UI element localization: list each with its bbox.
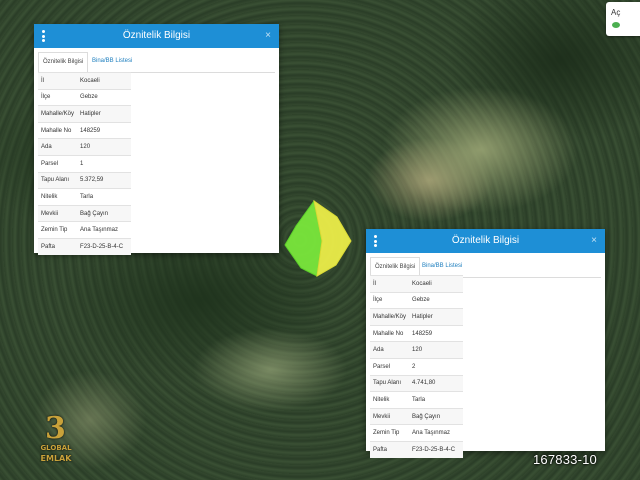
attr-value: Gebze <box>409 291 463 309</box>
table-row: İlçe Gebze <box>38 88 131 106</box>
attr-value: F23-D-25-B-4-C <box>409 440 463 458</box>
table-row: Mahalle/Köy Hatipler <box>38 105 131 123</box>
attribute-panel-parcel-2: Öznitelik Bilgisi × Öznitelik Bilgisi Bi… <box>366 229 605 458</box>
attribute-table: İl Kocaeli İlçe Gebze Mahalle/Köy Hatipler … <box>38 72 131 255</box>
layer-toggle-label: Aç <box>611 8 621 17</box>
listing-id: 167833-10 <box>533 452 597 467</box>
close-icon[interactable]: × <box>591 234 597 248</box>
attr-value: Hatipler <box>77 105 131 123</box>
attr-value: Tarla <box>409 391 463 409</box>
logo-line-2: EMLAK <box>40 454 72 463</box>
tab-building-list[interactable]: Bina/BB Listesi <box>418 257 466 276</box>
attr-value: 120 <box>409 341 463 359</box>
attr-key: Mahalle No <box>38 121 78 139</box>
panel-title: Öznitelik Bilgisi <box>122 30 191 41</box>
attr-key: Parsel <box>38 154 78 173</box>
attr-value: Ana Taşınmaz <box>77 221 131 239</box>
attr-key: Mahalle No <box>370 324 410 342</box>
attr-value: Ana Taşınmaz <box>409 424 463 442</box>
panel-title: Öznitelik Bilgisi <box>451 235 520 246</box>
attr-value: Gebze <box>77 88 131 106</box>
table-row: Parsel 2 <box>370 357 463 376</box>
attr-value: Tarla <box>77 188 131 206</box>
table-row: Ada 120 <box>370 341 463 359</box>
attr-value: 148259 <box>77 121 131 139</box>
attribute-panel-parcel-1: Öznitelik Bilgisi × Öznitelik Bilgisi Bi… <box>34 24 279 255</box>
table-row: Zemin Tip Ana Taşınmaz <box>38 221 131 239</box>
attr-value: Bağ Çayın <box>77 204 131 222</box>
global-emlak-logo: 3 GLOBAL EMLAK <box>33 414 79 466</box>
close-icon[interactable]: × <box>265 29 271 43</box>
table-row: Nitelik Tarla <box>370 391 463 409</box>
layer-indicator-icon <box>612 22 620 28</box>
attr-key: Nitelik <box>38 188 78 206</box>
logo-number: 3 <box>45 411 66 446</box>
table-row: İl Kocaeli <box>370 275 463 293</box>
attr-key: Mahalle/Köy <box>370 308 410 326</box>
attr-value: 148259 <box>409 324 463 342</box>
attr-value: Kocaeli <box>77 72 131 90</box>
panel-header[interactable]: Öznitelik Bilgisi × <box>34 24 279 48</box>
table-row: Pafta F23-D-25-B-4-C <box>38 237 131 255</box>
table-row: Nitelik Tarla <box>38 188 131 206</box>
attr-value: 120 <box>77 138 131 156</box>
attr-key: Tapu Alanı <box>370 374 410 392</box>
attr-value: 1 <box>77 154 131 173</box>
table-row: İl Kocaeli <box>38 72 131 90</box>
attr-key: Parsel <box>370 357 410 376</box>
attr-key: Mahalle/Köy <box>38 105 78 123</box>
attr-key: Zemin Tip <box>38 221 78 239</box>
attr-key: Pafta <box>370 440 410 458</box>
table-row: Mahalle No 148259 <box>370 324 463 342</box>
attr-value: 5.372,59 <box>77 171 131 189</box>
attr-value: 2 <box>409 357 463 376</box>
attr-key: Zemin Tip <box>370 424 410 442</box>
attr-key: Nitelik <box>370 391 410 409</box>
attr-key: Pafta <box>38 237 78 255</box>
attr-value: 4.741,80 <box>409 374 463 392</box>
tab-building-list[interactable]: Bina/BB Listesi <box>88 52 136 71</box>
table-row: İlçe Gebze <box>370 291 463 309</box>
table-row: Pafta F23-D-25-B-4-C <box>370 440 463 458</box>
table-row: Mevkii Bağ Çayın <box>370 407 463 425</box>
logo-line-1: GLOBAL <box>40 444 72 452</box>
attr-key: Ada <box>370 341 410 359</box>
attr-key: İlçe <box>370 291 410 309</box>
attr-value: Hatipler <box>409 308 463 326</box>
map-layer-toggle[interactable]: Aç <box>606 2 640 36</box>
attr-value: Bağ Çayın <box>409 407 463 425</box>
attr-key: Tapu Alanı <box>38 171 78 189</box>
attr-key: Mevkii <box>370 407 410 425</box>
table-row: Mahalle/Köy Hatipler <box>370 308 463 326</box>
table-row: Tapu Alanı 4.741,80 <box>370 374 463 392</box>
attr-key: Ada <box>38 138 78 156</box>
attr-key: İl <box>370 275 410 293</box>
panel-header[interactable]: Öznitelik Bilgisi × <box>366 229 605 253</box>
table-row: Ada 120 <box>38 138 131 156</box>
attr-value: Kocaeli <box>409 275 463 293</box>
table-row: Zemin Tip Ana Taşınmaz <box>370 424 463 442</box>
table-row: Tapu Alanı 5.372,59 <box>38 171 131 189</box>
attr-key: Mevkii <box>38 204 78 222</box>
attribute-table: İl Kocaeli İlçe Gebze Mahalle/Köy Hatipler … <box>370 275 463 458</box>
table-row: Parsel 1 <box>38 154 131 173</box>
tab-attributes[interactable]: Öznitelik Bilgisi <box>38 52 89 73</box>
table-row: Mahalle No 148259 <box>38 121 131 139</box>
attr-key: İl <box>38 72 78 90</box>
attr-value: F23-D-25-B-4-C <box>77 237 131 255</box>
attr-key: İlçe <box>38 88 78 106</box>
tab-bar: Öznitelik Bilgisi Bina/BB Listesi <box>38 52 275 73</box>
table-row: Mevkii Bağ Çayın <box>38 204 131 222</box>
